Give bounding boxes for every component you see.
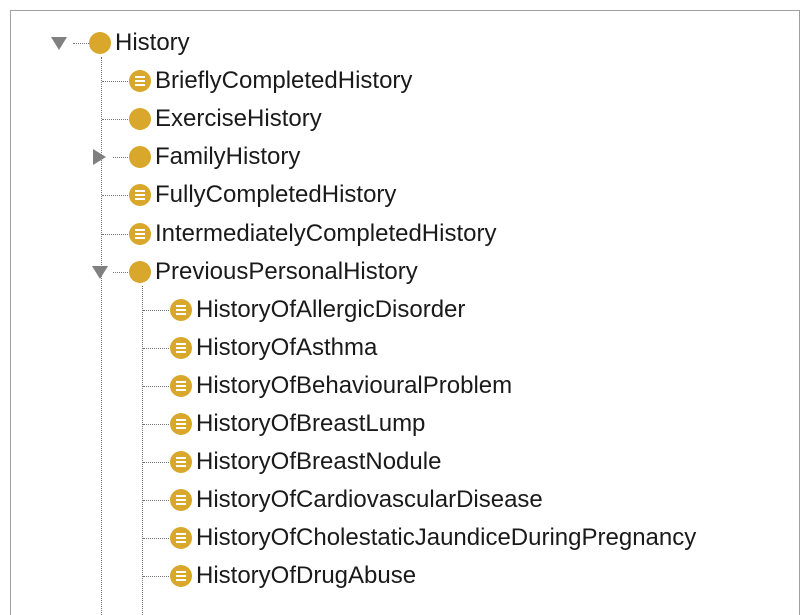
tree-node-grandchild[interactable]: HistoryOfDrugAbuse xyxy=(170,561,416,591)
tree-node-child[interactable]: ExerciseHistory xyxy=(129,104,322,134)
tree-node-label: HistoryOfCardiovascularDisease xyxy=(196,486,543,513)
tree-connector xyxy=(73,43,89,44)
defined-class-icon xyxy=(170,489,192,511)
tree-node-grandchild[interactable]: HistoryOfAsthma xyxy=(170,333,377,363)
class-icon xyxy=(89,32,111,54)
class-tree: History BrieflyCompletedHistory Exercise… xyxy=(11,11,799,615)
defined-class-icon xyxy=(170,375,192,397)
tree-node-label: ExerciseHistory xyxy=(155,105,322,132)
tree-connector xyxy=(113,272,128,273)
tree-node-label: PreviousPersonalHistory xyxy=(155,258,418,285)
tree-connector xyxy=(102,234,128,235)
defined-class-icon xyxy=(170,337,192,359)
tree-node-label: HistoryOfAsthma xyxy=(196,334,378,361)
defined-class-icon xyxy=(170,451,192,473)
defined-class-icon xyxy=(170,527,192,549)
tree-node-grandchild[interactable]: HistoryOfBehaviouralProblem xyxy=(170,371,512,401)
tree-node-grandchild[interactable]: HistoryOfCholestaticJaundiceDuringPregna… xyxy=(170,523,696,553)
tree-node-label: HistoryOfBreastLump xyxy=(196,410,426,437)
tree-node-label: HistoryOfBreastNodule xyxy=(196,448,442,475)
class-hierarchy-panel: History BrieflyCompletedHistory Exercise… xyxy=(10,10,800,615)
tree-node-label: HistoryOfAllergicDisorder xyxy=(196,296,466,323)
tree-connector xyxy=(102,195,128,196)
collapse-toggle-icon[interactable] xyxy=(92,266,108,279)
class-icon xyxy=(129,261,151,283)
expand-toggle-icon[interactable] xyxy=(93,149,106,165)
tree-node-label: HistoryOfDrugAbuse xyxy=(196,562,417,589)
tree-connector xyxy=(143,424,169,425)
tree-node-label: FullyCompletedHistory xyxy=(155,181,397,208)
tree-node-label: HistoryOfCholestaticJaundiceDuringPregna… xyxy=(196,524,697,551)
tree-node-grandchild[interactable]: HistoryOfBreastNodule xyxy=(170,447,441,477)
tree-connector xyxy=(143,462,169,463)
tree-node-grandchild[interactable]: HistoryOfAllergicDisorder xyxy=(170,295,465,325)
tree-node-child[interactable]: BrieflyCompletedHistory xyxy=(129,66,412,96)
defined-class-icon xyxy=(170,299,192,321)
tree-node-label: History xyxy=(115,29,190,56)
tree-connector xyxy=(143,538,169,539)
tree-node-child[interactable]: FullyCompletedHistory xyxy=(129,180,396,210)
tree-connector xyxy=(143,386,169,387)
tree-connector xyxy=(143,500,169,501)
tree-connector xyxy=(143,310,169,311)
tree-node-label: BrieflyCompletedHistory xyxy=(155,67,413,94)
defined-class-icon xyxy=(170,413,192,435)
tree-connector xyxy=(102,81,128,82)
class-icon xyxy=(129,146,151,168)
tree-node-child[interactable]: IntermediatelyCompletedHistory xyxy=(129,219,496,249)
collapse-toggle-icon[interactable] xyxy=(51,37,67,50)
tree-node-grandchild[interactable]: HistoryOfCardiovascularDisease xyxy=(170,485,543,515)
tree-node-label: IntermediatelyCompletedHistory xyxy=(155,220,497,247)
class-icon xyxy=(129,108,151,130)
tree-node-child[interactable]: FamilyHistory xyxy=(129,142,300,172)
tree-node-grandchild[interactable]: HistoryOfBreastLump xyxy=(170,409,425,439)
tree-connector xyxy=(102,119,128,120)
tree-node-history[interactable]: History xyxy=(89,28,190,58)
tree-connector xyxy=(143,576,169,577)
tree-connector xyxy=(113,157,128,158)
tree-node-label: HistoryOfBehaviouralProblem xyxy=(196,372,513,399)
tree-node-child[interactable]: PreviousPersonalHistory xyxy=(129,257,418,287)
defined-class-icon xyxy=(129,70,151,92)
defined-class-icon xyxy=(170,565,192,587)
defined-class-icon xyxy=(129,184,151,206)
tree-connector xyxy=(101,57,102,615)
tree-connector xyxy=(143,348,169,349)
tree-node-label: FamilyHistory xyxy=(155,143,301,170)
defined-class-icon xyxy=(129,223,151,245)
tree-connector xyxy=(142,286,143,615)
